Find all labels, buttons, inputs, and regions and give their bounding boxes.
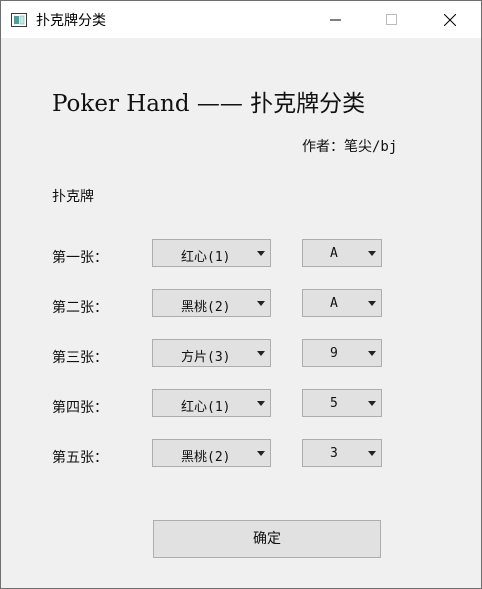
confirm-button[interactable]: 确定 — [153, 520, 381, 558]
chevron-down-icon — [257, 351, 265, 356]
card-1-rank-value: A — [330, 246, 338, 261]
card-4-suit-value: 红心(1) — [181, 400, 231, 415]
card-1-suit-value: 红心(1) — [181, 250, 231, 265]
card-5-rank-select[interactable]: 3 — [302, 439, 382, 467]
card-3-rank-value: 9 — [330, 346, 338, 361]
chevron-down-icon — [257, 301, 265, 306]
chevron-down-icon — [257, 451, 265, 456]
chevron-down-icon — [257, 401, 265, 406]
card-3-label: 第三张： — [52, 350, 108, 366]
chevron-down-icon — [368, 351, 376, 356]
card-1-label: 第一张： — [52, 250, 108, 266]
close-button[interactable] — [427, 1, 473, 38]
card-3-suit-select[interactable]: 方片(3) — [152, 339, 271, 367]
chevron-down-icon — [368, 401, 376, 406]
card-1-suit-select[interactable]: 红心(1) — [152, 239, 271, 267]
card-2-suit-value: 黑桃(2) — [181, 300, 231, 315]
window-title: 扑克牌分类 — [36, 13, 106, 29]
card-4-label: 第四张： — [52, 400, 108, 416]
card-3-rank-select[interactable]: 9 — [302, 339, 382, 367]
card-2-label: 第二张： — [52, 300, 108, 316]
chevron-down-icon — [257, 251, 265, 256]
app-icon — [11, 12, 27, 27]
author-label: 作者：笔尖/bj — [302, 139, 398, 155]
card-5-label: 第五张： — [52, 450, 108, 466]
card-4-suit-select[interactable]: 红心(1) — [152, 389, 271, 417]
minimize-icon — [330, 19, 341, 21]
card-2-rank-select[interactable]: A — [302, 289, 382, 317]
maximize-button[interactable] — [369, 1, 415, 38]
title-bar: 扑克牌分类 — [1, 1, 481, 38]
page-title: Poker Hand —— 扑克牌分类 — [52, 91, 366, 117]
card-4-rank-select[interactable]: 5 — [302, 389, 382, 417]
chevron-down-icon — [368, 301, 376, 306]
card-1-rank-select[interactable]: A — [302, 239, 382, 267]
close-icon — [444, 14, 456, 26]
section-label: 扑克牌 — [52, 189, 94, 205]
card-3-suit-value: 方片(3) — [181, 350, 231, 365]
card-5-suit-select[interactable]: 黑桃(2) — [152, 439, 271, 467]
chevron-down-icon — [368, 251, 376, 256]
card-5-rank-value: 3 — [330, 446, 338, 461]
card-2-rank-value: A — [330, 296, 338, 311]
card-2-suit-select[interactable]: 黑桃(2) — [152, 289, 271, 317]
minimize-button[interactable] — [313, 1, 359, 38]
app-window: 扑克牌分类 Poker Hand —— 扑克牌分类 作者：笔尖/bj 扑克牌 第… — [0, 0, 482, 589]
chevron-down-icon — [368, 451, 376, 456]
card-4-rank-value: 5 — [330, 396, 338, 411]
maximize-icon — [386, 14, 397, 25]
card-5-suit-value: 黑桃(2) — [181, 450, 231, 465]
